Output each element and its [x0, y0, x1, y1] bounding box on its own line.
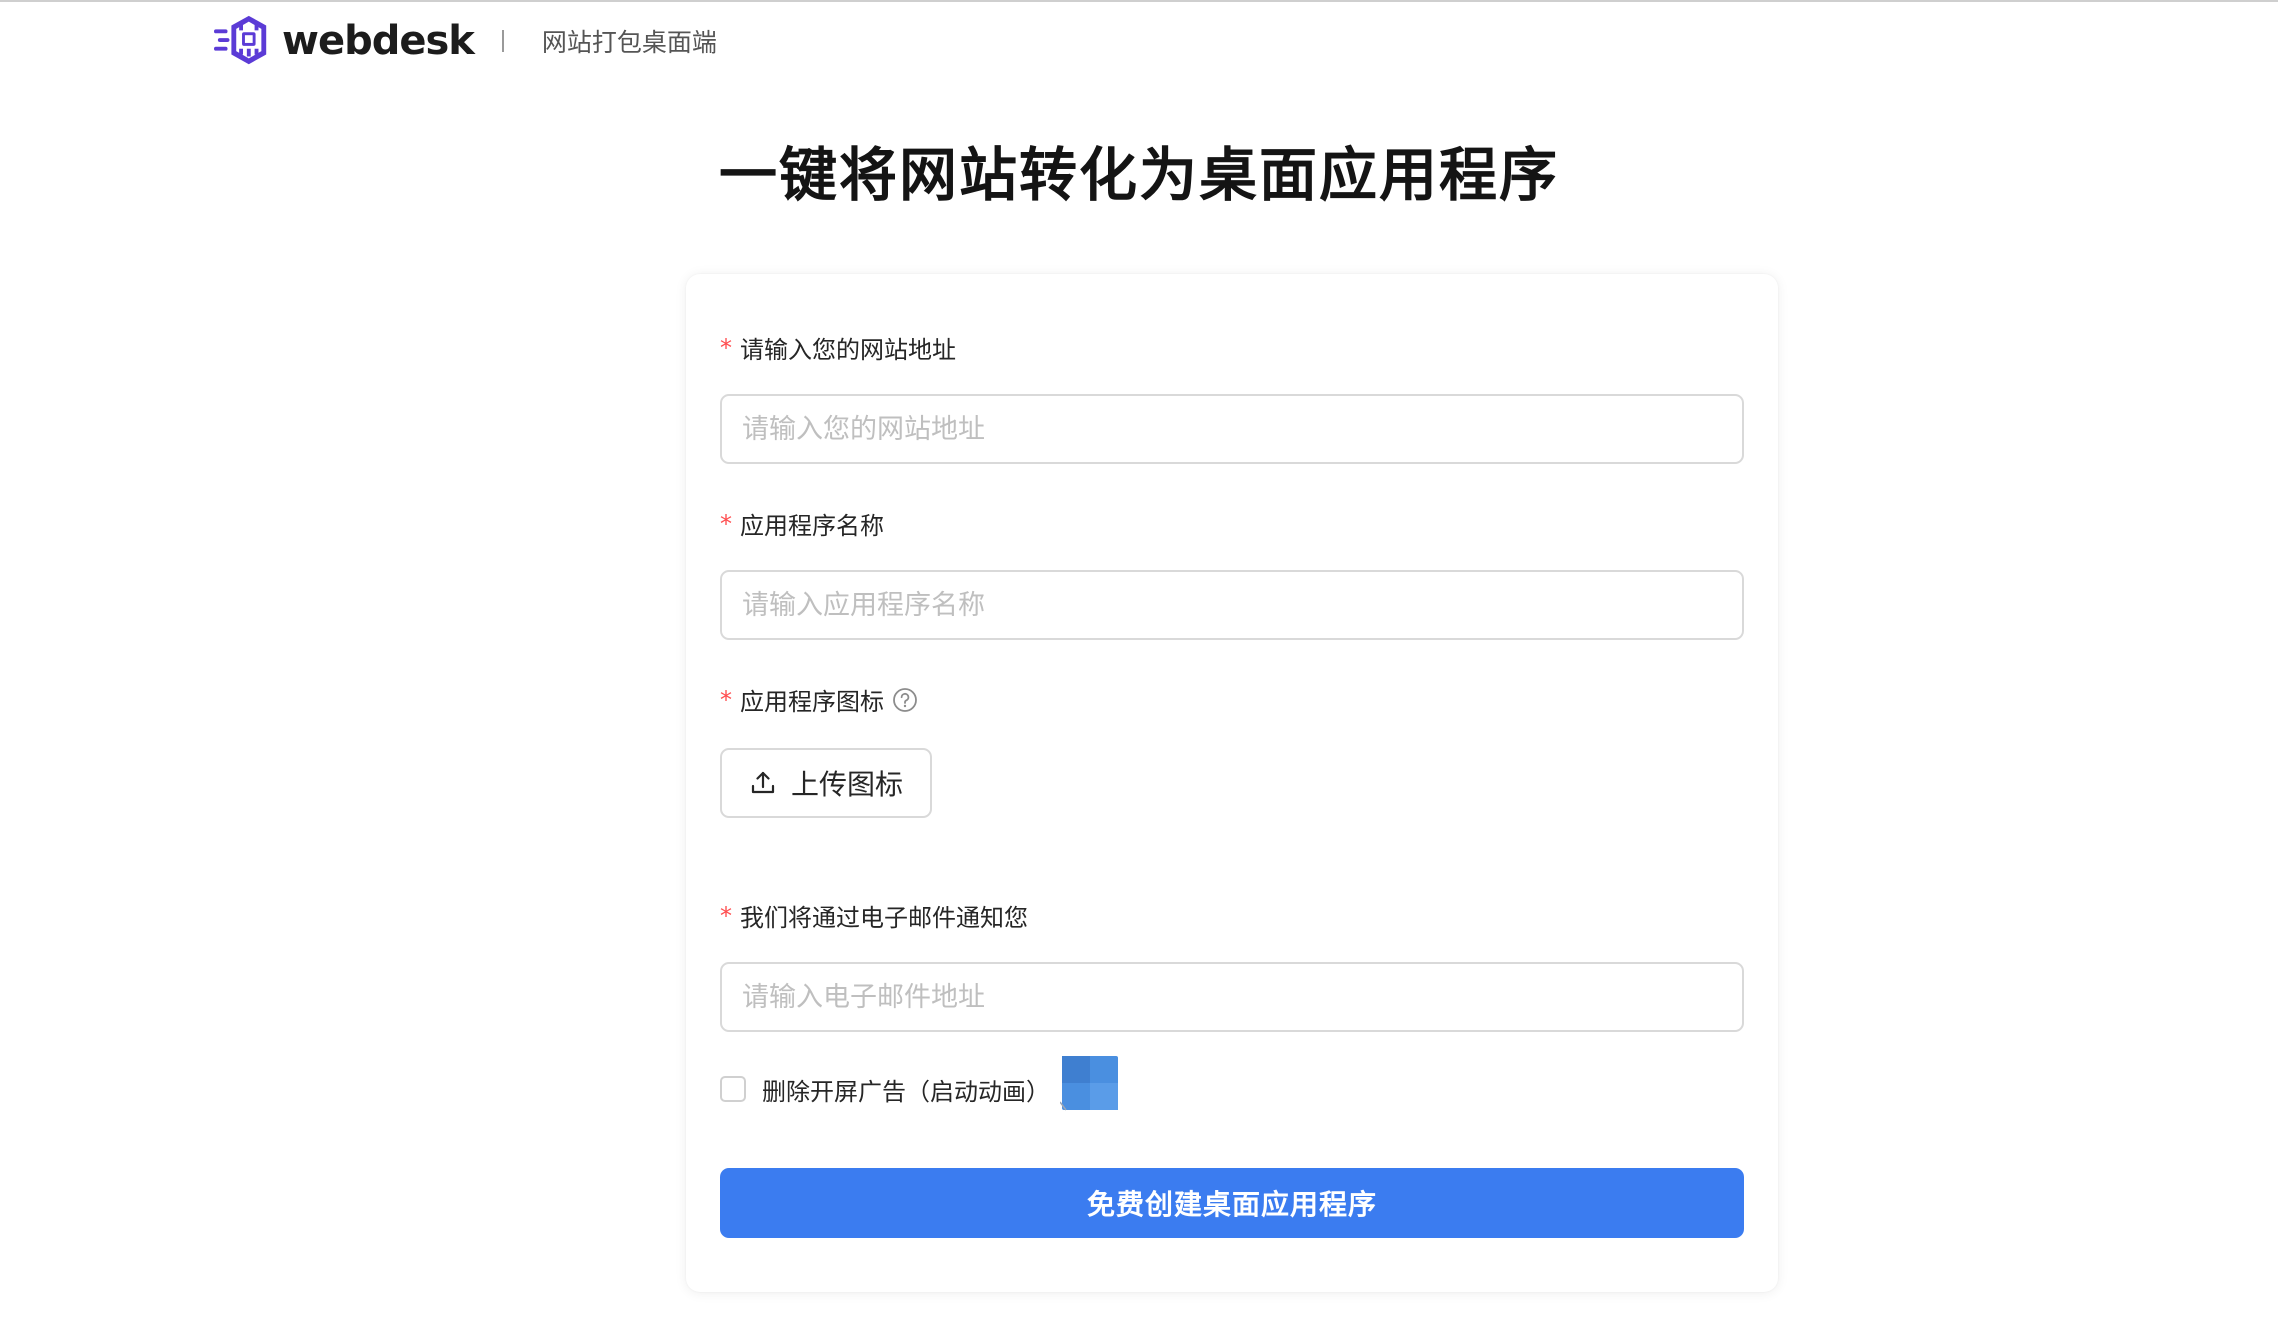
required-mark: * [720, 333, 732, 362]
upload-button-label: 上传图标 [790, 768, 903, 801]
required-mark: * [720, 901, 732, 930]
app-name-label: * 应用程序名称 [720, 506, 884, 541]
upload-icon [751, 771, 775, 794]
website-label: * 请输入您的网站地址 [720, 330, 956, 365]
page: webdesk 网站打包桌面端 一键将网站转化为桌面应用程序 * 请输入您的网站… [0, 0, 2278, 1336]
splash-preview-thumbnail[interactable] [1060, 1056, 1118, 1112]
website-url-input[interactable] [720, 394, 1744, 464]
remove-ads-checkbox[interactable] [720, 1076, 746, 1102]
upload-icon-button[interactable]: 上传图标 [720, 748, 932, 818]
header-tagline: 网站打包桌面端 [541, 28, 717, 57]
website-label-text: 请输入您的网站地址 [740, 336, 956, 364]
app-name-input[interactable] [720, 570, 1744, 640]
top-divider [0, 0, 2278, 2]
email-input[interactable] [720, 962, 1744, 1032]
create-app-button[interactable]: 免费创建桌面应用程序 [720, 1168, 1744, 1238]
remove-ads-label[interactable]: 删除开屏广告（启动动画） [762, 1072, 1050, 1107]
question-circle-icon[interactable] [892, 687, 918, 713]
required-mark: * [720, 685, 732, 714]
webdesk-logo-icon[interactable] [214, 12, 272, 70]
site-header: webdesk 网站打包桌面端 [214, 10, 717, 72]
email-label: * 我们将通过电子邮件通知您 [720, 898, 1028, 933]
app-icon-label-text: 应用程序图标 [740, 688, 884, 716]
email-label-text: 我们将通过电子邮件通知您 [740, 904, 1028, 932]
app-name-label-text: 应用程序名称 [740, 512, 884, 540]
required-mark: * [720, 509, 732, 538]
header-divider [501, 30, 504, 52]
page-title: 一键将网站转化为桌面应用程序 [718, 141, 1559, 209]
app-icon-label: * 应用程序图标 [720, 682, 918, 717]
logo-wordmark[interactable]: webdesk [282, 18, 475, 64]
form-card: * 请输入您的网站地址 * 应用程序名称 * 应用程序图标 [686, 274, 1778, 1292]
